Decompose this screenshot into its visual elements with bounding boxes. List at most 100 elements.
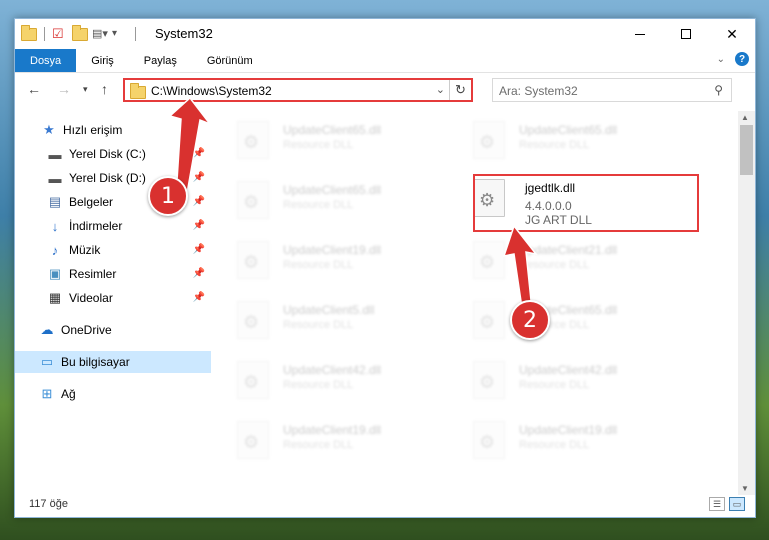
file-item[interactable]: UpdateClient65.dll Resource DLL bbox=[227, 115, 447, 165]
sidebar-item-label: Belgeler bbox=[69, 195, 114, 209]
file-type: Resource DLL bbox=[283, 439, 354, 451]
chevron-down-icon[interactable]: ⌄ bbox=[436, 83, 445, 96]
file-item-highlighted[interactable]: jgedtlk.dll 4.4.0.0.0 JG ART DLL bbox=[463, 173, 683, 233]
dll-file-icon bbox=[473, 179, 505, 217]
sidebar-item-videos[interactable]: ▦ Videolar 📌 bbox=[15, 287, 211, 309]
customize-toolbar-icon[interactable]: ▤▾ bbox=[92, 26, 108, 42]
file-item[interactable]: UpdateClient42.dll Resource DLL bbox=[227, 355, 447, 405]
tiles-view-icon[interactable]: ▭ bbox=[729, 497, 745, 511]
title-bar: ☑ ▤▾ ▾ System32 ✕ bbox=[15, 19, 755, 49]
pin-icon[interactable]: 📌 bbox=[193, 292, 205, 303]
pin-icon[interactable]: 📌 bbox=[193, 148, 205, 159]
ribbon-tabs: Dosya Giriş Paylaş Görünüm ⌄ ? bbox=[15, 49, 755, 73]
refresh-icon[interactable]: ↻ bbox=[449, 80, 471, 100]
details-view-icon[interactable]: ☰ bbox=[709, 497, 725, 511]
ribbon-controls: ⌄ ? bbox=[717, 52, 749, 66]
sidebar-item-label: Yerel Disk (C:) bbox=[69, 147, 146, 161]
drive-icon: ▬ bbox=[48, 170, 62, 186]
videos-icon: ▦ bbox=[48, 290, 62, 305]
close-icon: ✕ bbox=[726, 25, 738, 42]
window-controls: ✕ bbox=[617, 19, 755, 49]
address-path: C:\Windows\System32 bbox=[151, 84, 272, 98]
file-item[interactable]: UpdateClient65.dll Resource DLL bbox=[463, 295, 683, 345]
expand-ribbon-icon[interactable]: ⌄ bbox=[717, 54, 725, 65]
forward-arrow-icon[interactable]: → bbox=[57, 81, 71, 97]
new-folder-icon[interactable] bbox=[72, 24, 88, 41]
file-name: UpdateClient42.dll bbox=[519, 363, 618, 377]
scroll-up-icon[interactable]: ▲ bbox=[741, 113, 749, 122]
sidebar-item-pictures[interactable]: ▣ Resimler 📌 bbox=[15, 263, 211, 285]
close-button[interactable]: ✕ bbox=[709, 19, 755, 49]
sidebar-item-this-pc[interactable]: ▭ Bu bilgisayar bbox=[15, 351, 211, 373]
sidebar-item-label: OneDrive bbox=[61, 323, 112, 337]
file-version: 4.4.0.0.0 bbox=[525, 199, 572, 213]
file-name: UpdateClient19.dll bbox=[283, 423, 382, 437]
file-type: Resource DLL bbox=[283, 319, 354, 331]
tab-gorunum[interactable]: Görünüm bbox=[192, 49, 268, 72]
dll-file-icon bbox=[473, 301, 505, 339]
pin-icon[interactable]: 📌 bbox=[193, 268, 205, 279]
file-type: Resource DLL bbox=[519, 379, 590, 391]
tab-giris[interactable]: Giriş bbox=[76, 49, 129, 72]
maximize-icon bbox=[681, 29, 691, 39]
file-name: UpdateClient65.dll bbox=[283, 123, 382, 137]
network-icon: ⊞ bbox=[41, 386, 53, 401]
sidebar-item-network[interactable]: ⊞ Ağ bbox=[15, 383, 211, 405]
recent-locations-icon[interactable]: ▾ bbox=[83, 84, 88, 95]
sidebar-item-onedrive[interactable]: ☁ OneDrive bbox=[15, 319, 211, 341]
file-list: UpdateClient65.dll Resource DLL UpdateCl… bbox=[227, 111, 727, 495]
sidebar-item-music[interactable]: ♪ Müzik 📌 bbox=[15, 239, 211, 261]
address-bar[interactable]: C:\Windows\System32 ⌄ ↻ bbox=[123, 78, 473, 102]
file-name: UpdateClient19.dll bbox=[283, 243, 382, 257]
file-item[interactable]: UpdateClient65.dll Resource DLL bbox=[463, 115, 683, 165]
computer-icon: ▭ bbox=[40, 354, 54, 369]
file-item[interactable]: UpdateClient5.dll Resource DLL bbox=[227, 295, 447, 345]
star-icon: ★ bbox=[43, 122, 55, 137]
sidebar-item-quick-access[interactable]: ★ Hızlı erişim bbox=[15, 119, 211, 141]
pin-icon[interactable]: 📌 bbox=[193, 196, 205, 207]
file-item[interactable]: UpdateClient19.dll Resource DLL bbox=[227, 415, 447, 465]
dll-file-icon bbox=[473, 121, 505, 159]
search-input[interactable]: Ara: System32 ⚲ bbox=[492, 78, 732, 102]
sidebar-item-label: İndirmeler bbox=[69, 219, 123, 233]
maximize-button[interactable] bbox=[663, 19, 709, 49]
back-arrow-icon[interactable]: ← bbox=[27, 81, 41, 97]
file-item[interactable]: UpdateClient21.dll Resource DLL bbox=[463, 235, 683, 285]
cloud-icon: ☁ bbox=[40, 322, 54, 337]
minimize-button[interactable] bbox=[617, 19, 663, 49]
file-item[interactable]: UpdateClient65.dll Resource DLL bbox=[227, 175, 447, 225]
properties-icon[interactable]: ☑ bbox=[52, 26, 68, 42]
dll-file-icon bbox=[237, 361, 269, 399]
file-item[interactable]: UpdateClient19.dll Resource DLL bbox=[227, 235, 447, 285]
help-icon[interactable]: ? bbox=[735, 52, 749, 66]
pin-icon[interactable]: 📌 bbox=[193, 172, 205, 183]
explorer-window: ☑ ▤▾ ▾ System32 ✕ Dosya Giriş Paylaş Gör… bbox=[14, 18, 756, 518]
file-item[interactable]: UpdateClient19.dll Resource DLL bbox=[463, 415, 683, 465]
minimize-icon bbox=[635, 33, 645, 35]
up-arrow-icon[interactable]: ↑ bbox=[101, 81, 108, 97]
scrollbar-thumb[interactable] bbox=[740, 125, 753, 175]
tab-paylas[interactable]: Paylaş bbox=[129, 49, 192, 72]
file-type: Resource DLL bbox=[283, 199, 354, 211]
sidebar-item-label: Müzik bbox=[69, 243, 101, 257]
chevron-down-icon[interactable]: ▾ bbox=[112, 26, 128, 42]
search-icon[interactable]: ⚲ bbox=[714, 83, 723, 97]
dll-file-icon bbox=[237, 121, 269, 159]
scroll-down-icon[interactable]: ▼ bbox=[741, 484, 749, 493]
file-type: Resource DLL bbox=[519, 259, 590, 271]
tab-dosya[interactable]: Dosya bbox=[15, 49, 77, 72]
dll-file-icon bbox=[237, 241, 269, 279]
file-type: Resource DLL bbox=[519, 439, 590, 451]
pictures-icon: ▣ bbox=[48, 266, 62, 281]
file-name: UpdateClient21.dll bbox=[519, 243, 618, 257]
vertical-scrollbar[interactable]: ▲ ▼ bbox=[738, 111, 755, 495]
file-name: UpdateClient19.dll bbox=[519, 423, 618, 437]
sidebar-item-label: Resimler bbox=[69, 267, 117, 281]
documents-icon: ▤ bbox=[48, 194, 62, 209]
pin-icon[interactable]: 📌 bbox=[193, 220, 205, 231]
pin-icon[interactable]: 📌 bbox=[193, 244, 205, 255]
sidebar-item-disk-c[interactable]: ▬ Yerel Disk (C:) 📌 bbox=[15, 143, 211, 165]
file-item[interactable]: UpdateClient42.dll Resource DLL bbox=[463, 355, 683, 405]
dll-file-icon bbox=[237, 421, 269, 459]
sidebar-item-downloads[interactable]: ↓ İndirmeler 📌 bbox=[15, 215, 211, 237]
